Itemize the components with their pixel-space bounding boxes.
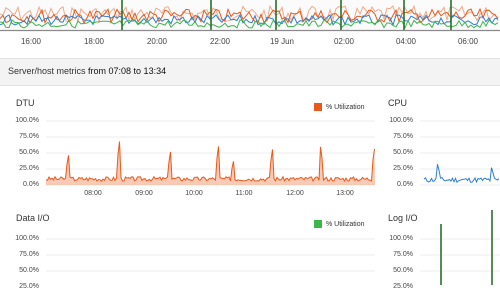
dtu-y-tick-label: 100.0% <box>15 117 39 124</box>
dtu-y-tick-label: 25.0% <box>19 165 39 172</box>
dtu-y-tick-label: 0.0% <box>23 181 39 188</box>
log-io-chart[interactable] <box>0 0 500 285</box>
data-io-y-tick-label: 50.0% <box>19 267 39 274</box>
dtu-x-tick-label: 13:00 <box>336 190 354 197</box>
dtu-x-tick-label: 10:00 <box>185 190 203 197</box>
cpu-y-tick-label: 75.0% <box>393 133 413 140</box>
dtu-x-tick-label: 12:00 <box>286 190 304 197</box>
log-io-y-tick-label: 100.0% <box>389 235 413 242</box>
dtu-y-tick-label: 50.0% <box>19 149 39 156</box>
dtu-y-tick-label: 75.0% <box>19 133 39 140</box>
data-io-y-tick-label: 25.0% <box>19 283 39 290</box>
dtu-x-tick-label: 09:00 <box>135 190 153 197</box>
dtu-x-tick-label: 11:00 <box>235 190 253 197</box>
cpu-y-tick-label: 25.0% <box>393 165 413 172</box>
dtu-x-tick-label: 08:00 <box>84 190 102 197</box>
log-io-y-tick-label: 75.0% <box>393 251 413 258</box>
data-io-y-tick-label: 100.0% <box>15 235 39 242</box>
cpu-y-tick-label: 100.0% <box>389 117 413 124</box>
data-io-y-tick-label: 75.0% <box>19 251 39 258</box>
cpu-y-tick-label: 50.0% <box>393 149 413 156</box>
log-io-y-tick-label: 25.0% <box>393 283 413 290</box>
log-io-y-tick-label: 50.0% <box>393 267 413 274</box>
cpu-y-tick-label: 0.0% <box>397 181 413 188</box>
